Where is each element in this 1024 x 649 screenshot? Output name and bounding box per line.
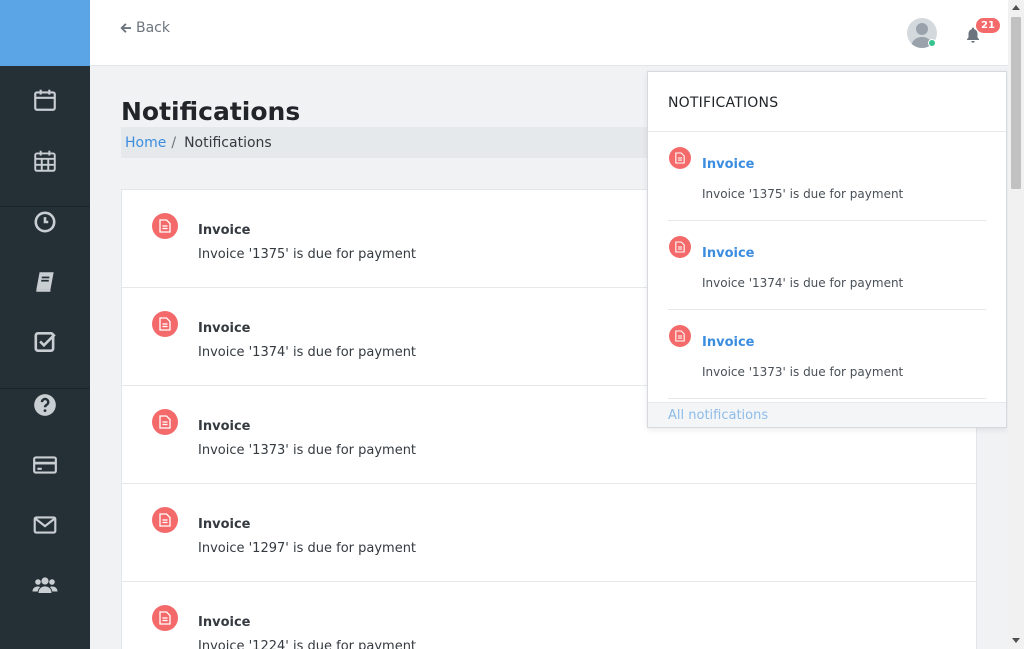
dropdown-notification-item[interactable]: Invoice Invoice '1374' is due for paymen… (648, 221, 1006, 310)
invoice-icon (669, 325, 691, 347)
sidebar-item-messages[interactable] (0, 505, 90, 545)
list-item-title: Invoice (198, 223, 251, 238)
invoice-icon (152, 311, 178, 337)
sidebar-item-help[interactable] (0, 385, 90, 425)
book-icon (36, 272, 54, 292)
back-label: Back (136, 20, 170, 36)
dropdown-item-title[interactable]: Invoice (702, 246, 754, 261)
dropdown-item-title[interactable]: Invoice (702, 335, 754, 350)
sidebar-item-calendar[interactable] (0, 80, 90, 120)
dropdown-notification-item[interactable]: Invoice Invoice '1373' is due for paymen… (648, 310, 1006, 399)
list-item-description: Invoice '1375' is due for payment (198, 247, 417, 262)
notifications-dropdown: NOTIFICATIONS Invoice Invoice '1375' is … (647, 71, 1007, 428)
divider (668, 398, 986, 399)
dropdown-item-title[interactable]: Invoice (702, 157, 754, 172)
sidebar-item-tasks[interactable] (0, 322, 90, 362)
list-item-description: Invoice '1373' is due for payment (198, 443, 417, 458)
sidebar (0, 0, 90, 649)
brand-logo-area[interactable] (0, 0, 90, 66)
sidebar-item-team[interactable] (0, 565, 90, 605)
list-item-title: Invoice (198, 321, 251, 336)
breadcrumb-separator: / (171, 134, 177, 151)
clock-icon (34, 211, 56, 233)
list-item[interactable]: Invoice Invoice '1224' is due for paymen… (122, 582, 976, 649)
sidebar-item-billing[interactable] (0, 445, 90, 485)
dropdown-notification-item[interactable]: Invoice Invoice '1375' is due for paymen… (648, 132, 1006, 221)
sidebar-item-schedule[interactable] (0, 141, 90, 181)
list-item-title: Invoice (198, 615, 251, 630)
credit-card-icon (33, 456, 57, 474)
invoice-icon (152, 507, 178, 533)
top-header: Back 21 (90, 0, 1008, 66)
sidebar-item-time[interactable] (0, 202, 90, 242)
list-item-title: Invoice (198, 419, 251, 434)
calendar-grid-icon (34, 150, 56, 172)
back-button[interactable]: Back (120, 20, 170, 36)
help-icon (34, 394, 56, 416)
checkbox-icon (34, 332, 56, 352)
scrollbar-thumb[interactable] (1011, 17, 1021, 189)
invoice-icon (152, 605, 178, 631)
breadcrumb-home-link[interactable]: Home (125, 135, 166, 151)
invoice-icon (152, 213, 178, 239)
page-scrollbar[interactable] (1008, 0, 1024, 649)
online-status-indicator (928, 39, 936, 47)
list-item-title: Invoice (198, 517, 251, 532)
invoice-icon (669, 147, 691, 169)
scroll-down-arrow[interactable] (1012, 638, 1020, 643)
dropdown-header: NOTIFICATIONS (648, 72, 1006, 132)
list-item-description: Invoice '1374' is due for payment (198, 345, 417, 360)
envelope-icon (33, 516, 57, 534)
dropdown-item-description: Invoice '1374' is due for payment (702, 276, 904, 290)
arrow-left-icon (120, 23, 131, 33)
page-title: Notifications (121, 97, 301, 126)
dropdown-item-description: Invoice '1373' is due for payment (702, 365, 904, 379)
invoice-icon (669, 236, 691, 258)
breadcrumb: Home / Notifications (121, 127, 661, 158)
notification-count-badge: 21 (976, 18, 1000, 33)
list-item-description: Invoice '1224' is due for payment (198, 639, 417, 649)
calendar-icon (34, 89, 56, 111)
all-notifications-link[interactable]: All notifications (648, 402, 1006, 427)
scroll-up-arrow[interactable] (1012, 5, 1020, 10)
invoice-icon (152, 409, 178, 435)
list-item-description: Invoice '1297' is due for payment (198, 541, 417, 556)
users-icon (32, 577, 58, 593)
dropdown-title: NOTIFICATIONS (668, 95, 779, 111)
list-item[interactable]: Invoice Invoice '1297' is due for paymen… (122, 484, 976, 582)
breadcrumb-current: Notifications (184, 134, 272, 151)
dropdown-item-description: Invoice '1375' is due for payment (702, 187, 904, 201)
sidebar-item-library[interactable] (0, 262, 90, 302)
